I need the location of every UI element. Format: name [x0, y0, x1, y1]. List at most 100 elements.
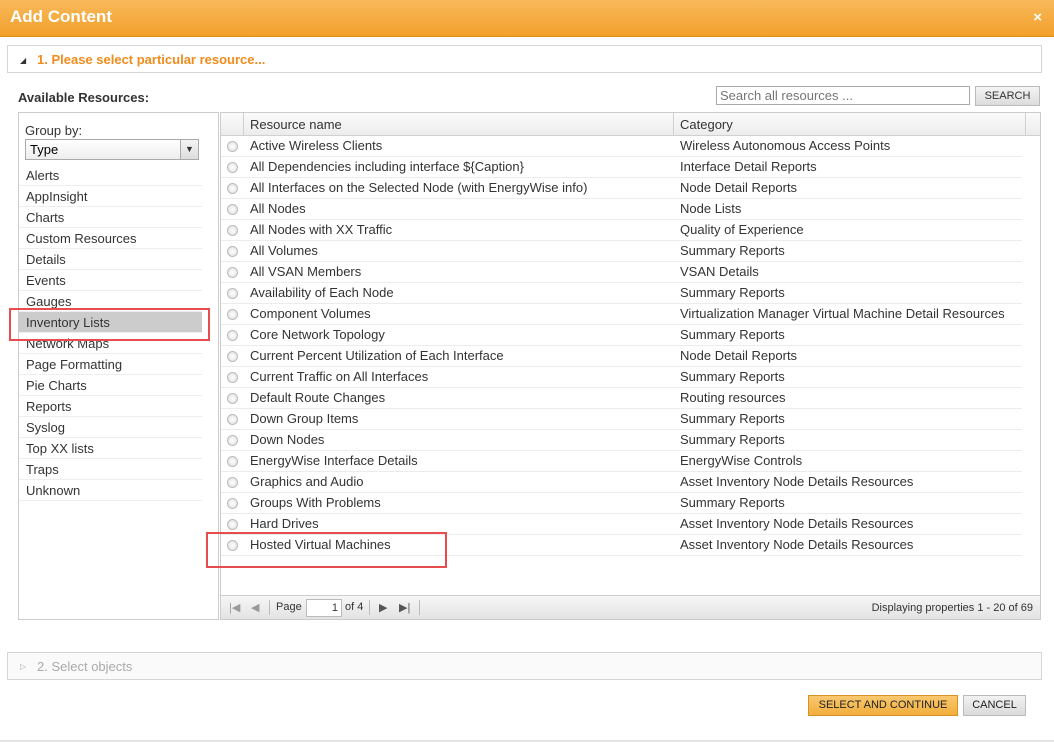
expand-triangle-icon: ▷ — [20, 662, 27, 671]
resource-category: Summary Reports — [680, 432, 785, 447]
type-item[interactable]: Syslog — [19, 417, 202, 438]
row-radio[interactable] — [227, 351, 238, 362]
resource-name: EnergyWise Interface Details — [250, 453, 418, 468]
table-row[interactable]: Down Group Items Summary Reports — [221, 409, 1022, 430]
row-radio[interactable] — [227, 540, 238, 551]
type-item[interactable]: Inventory Lists — [19, 312, 202, 333]
row-radio[interactable] — [227, 141, 238, 152]
type-item[interactable]: Page Formatting — [19, 354, 202, 375]
type-item[interactable]: Reports — [19, 396, 202, 417]
resource-name: Hard Drives — [250, 516, 319, 531]
step2-header[interactable]: ▷ 2. Select objects — [7, 652, 1042, 680]
resource-name: Current Traffic on All Interfaces — [250, 369, 429, 384]
type-item[interactable]: Alerts — [19, 165, 202, 186]
table-row[interactable]: All Dependencies including interface ${C… — [221, 157, 1022, 178]
resource-name: Core Network Topology — [250, 327, 385, 342]
resource-name: Default Route Changes — [250, 390, 386, 405]
row-radio[interactable] — [227, 309, 238, 320]
resource-category: Node Detail Reports — [680, 180, 798, 195]
type-item[interactable]: Events — [19, 270, 202, 291]
type-item[interactable]: Gauges — [19, 291, 202, 312]
column-header-category[interactable]: Category — [674, 113, 1026, 136]
row-radio[interactable] — [227, 477, 238, 488]
table-row[interactable]: Current Percent Utilization of Each Inte… — [221, 346, 1022, 367]
resource-category: Summary Reports — [680, 411, 785, 426]
row-radio[interactable] — [227, 246, 238, 257]
table-row[interactable]: All VSAN Members VSAN Details — [221, 262, 1022, 283]
first-page-icon[interactable]: |◀ — [229, 601, 240, 614]
type-item[interactable]: Details — [19, 249, 202, 270]
table-row[interactable]: All Nodes Node Lists — [221, 199, 1022, 220]
cancel-button[interactable]: CANCEL — [963, 695, 1026, 716]
table-row[interactable]: Default Route Changes Routing resources — [221, 388, 1022, 409]
table-row[interactable]: EnergyWise Interface Details EnergyWise C… — [221, 451, 1022, 472]
select-and-continue-button[interactable]: SELECT AND CONTINUE — [808, 695, 958, 716]
table-row[interactable]: Graphics and Audio Asset Inventory Node D… — [221, 472, 1022, 493]
resource-category: Wireless Autonomous Access Points — [680, 138, 891, 153]
row-radio[interactable] — [227, 162, 238, 173]
last-page-icon[interactable]: ▶| — [399, 601, 410, 614]
table-row[interactable]: Availability of Each Node Summary Reports — [221, 283, 1022, 304]
row-radio[interactable] — [227, 267, 238, 278]
row-radio[interactable] — [227, 204, 238, 215]
resource-name: Down Group Items — [250, 411, 359, 426]
row-radio[interactable] — [227, 519, 238, 530]
table-row[interactable]: All Interfaces on the Selected Node (wit… — [221, 178, 1022, 199]
search-input[interactable] — [716, 86, 970, 105]
grid-rows: Active Wireless Clients Wireless Autonomo… — [221, 136, 1022, 556]
type-item[interactable]: Traps — [19, 459, 202, 480]
row-radio[interactable] — [227, 288, 238, 299]
resource-category: Summary Reports — [680, 369, 785, 384]
search-button[interactable]: SEARCH — [975, 86, 1040, 106]
group-by-select[interactable]: Type ▼ — [25, 139, 199, 160]
resource-name: Current Percent Utilization of Each Inte… — [250, 348, 504, 363]
dialog-titlebar: Add Content × — [0, 0, 1054, 37]
resource-name: Availability of Each Node — [250, 285, 394, 300]
table-row[interactable]: Down Nodes Summary Reports — [221, 430, 1022, 451]
group-by-label: Group by: — [25, 123, 83, 138]
row-radio[interactable] — [227, 330, 238, 341]
type-item[interactable]: Unknown — [19, 480, 202, 501]
type-item[interactable]: Network Maps — [19, 333, 202, 354]
step1-label: 1. Please select particular resource... — [37, 52, 266, 67]
resource-category: Routing resources — [680, 390, 786, 405]
table-row[interactable]: Current Traffic on All Interfaces Summary… — [221, 367, 1022, 388]
row-radio[interactable] — [227, 372, 238, 383]
row-radio[interactable] — [227, 435, 238, 446]
row-radio[interactable] — [227, 225, 238, 236]
resource-category: Node Lists — [680, 201, 742, 216]
type-item[interactable]: Charts — [19, 207, 202, 228]
type-item[interactable]: Pie Charts — [19, 375, 202, 396]
row-radio[interactable] — [227, 183, 238, 194]
next-page-icon[interactable]: ▶ — [379, 601, 387, 614]
type-item[interactable]: Custom Resources — [19, 228, 202, 249]
chevron-down-icon[interactable]: ▼ — [180, 140, 198, 159]
resource-name: All Nodes with XX Traffic — [250, 222, 393, 237]
resource-category: Quality of Experience — [680, 222, 804, 237]
resource-name: All Nodes — [250, 201, 306, 216]
page-input[interactable]: 1 — [306, 599, 342, 617]
resource-name: All Dependencies including interface ${C… — [250, 159, 524, 174]
type-item[interactable]: Top XX lists — [19, 438, 202, 459]
table-row[interactable]: All Volumes Summary Reports — [221, 241, 1022, 262]
resource-category: Interface Detail Reports — [680, 159, 817, 174]
type-item[interactable]: AppInsight — [19, 186, 202, 207]
display-count: Displaying properties 1 - 20 of 69 — [871, 602, 1033, 614]
close-icon[interactable]: × — [1033, 9, 1042, 26]
row-radio[interactable] — [227, 498, 238, 509]
prev-page-icon[interactable]: ◀ — [251, 601, 259, 614]
table-row[interactable]: Hard Drives Asset Inventory Node Details … — [221, 514, 1022, 535]
table-row[interactable]: Core Network Topology Summary Reports — [221, 325, 1022, 346]
page-label: Page — [276, 601, 302, 613]
row-radio[interactable] — [227, 456, 238, 467]
table-row[interactable]: Active Wireless Clients Wireless Autonomo… — [221, 136, 1022, 157]
table-row[interactable]: All Nodes with XX Traffic Quality of Expe… — [221, 220, 1022, 241]
table-row[interactable]: Groups With Problems Summary Reports — [221, 493, 1022, 514]
row-radio[interactable] — [227, 393, 238, 404]
table-row[interactable]: Component Volumes Virtualization Manager … — [221, 304, 1022, 325]
step1-header[interactable]: ◢ 1. Please select particular resource..… — [7, 45, 1042, 73]
table-row[interactable]: Hosted Virtual Machines Asset Inventory N… — [221, 535, 1022, 556]
resource-category: Virtualization Manager Virtual Machine D… — [680, 306, 1005, 321]
column-header-resource-name[interactable]: Resource name — [244, 113, 674, 136]
row-radio[interactable] — [227, 414, 238, 425]
